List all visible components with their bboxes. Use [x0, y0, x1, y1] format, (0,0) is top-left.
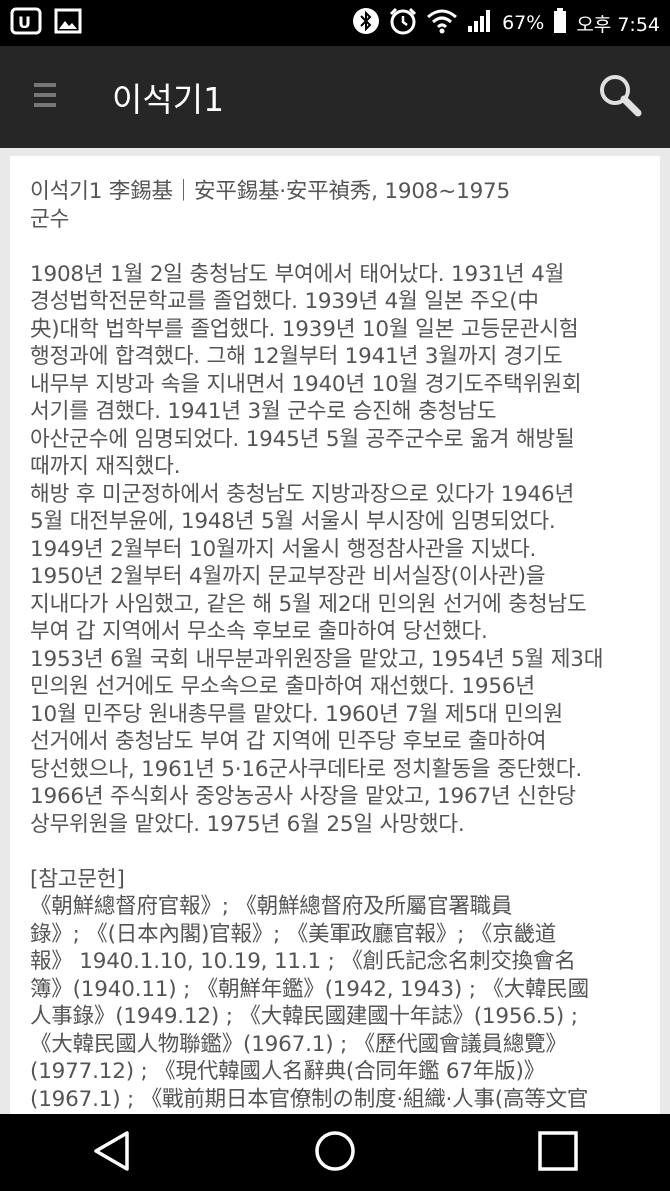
alarm-icon	[388, 6, 418, 41]
menu-icon	[34, 81, 56, 113]
back-button[interactable]	[62, 1114, 162, 1191]
app-notification-icon: U	[10, 6, 44, 40]
battery-icon	[552, 7, 568, 40]
article-content[interactable]: 이석기1 李錫基｜安平錫基·安平禎秀, 1908~1975 군수 1908년 1…	[10, 156, 660, 1116]
home-button[interactable]	[285, 1114, 385, 1191]
recents-button[interactable]	[508, 1114, 608, 1191]
article-subheader: 군수	[30, 206, 70, 232]
status-bar: U 67% 오후 7:54	[0, 0, 670, 46]
bluetooth-icon	[352, 7, 380, 40]
references-list: 《朝鮮總督府官報》; 《朝鮮總督府及所屬官署職員 錄》; 《(日本內閣)官報》;…	[30, 894, 589, 1112]
article-body: 1908년 1월 2일 충청남도 부여에서 태어났다. 1931년 4월 경성법…	[30, 261, 604, 837]
search-icon	[597, 72, 643, 122]
signal-icon	[466, 8, 494, 39]
article-header: 이석기1 李錫基｜安平錫基·安平禎秀, 1908~1975	[30, 179, 511, 204]
back-icon	[92, 1130, 132, 1176]
page-title: 이석기1	[112, 80, 225, 119]
menu-button[interactable]	[0, 46, 90, 148]
clock: 오후 7:54	[576, 13, 660, 36]
home-icon	[313, 1129, 357, 1177]
navigation-bar	[0, 1114, 670, 1191]
gallery-icon	[54, 8, 82, 38]
references-heading: [참고문헌]	[30, 866, 125, 892]
wifi-icon	[426, 8, 458, 39]
battery-percent: 67%	[502, 12, 545, 34]
recents-icon	[537, 1130, 579, 1176]
svg-text:U: U	[18, 13, 31, 32]
search-button[interactable]	[570, 46, 670, 148]
app-bar: 이석기1	[0, 46, 670, 148]
